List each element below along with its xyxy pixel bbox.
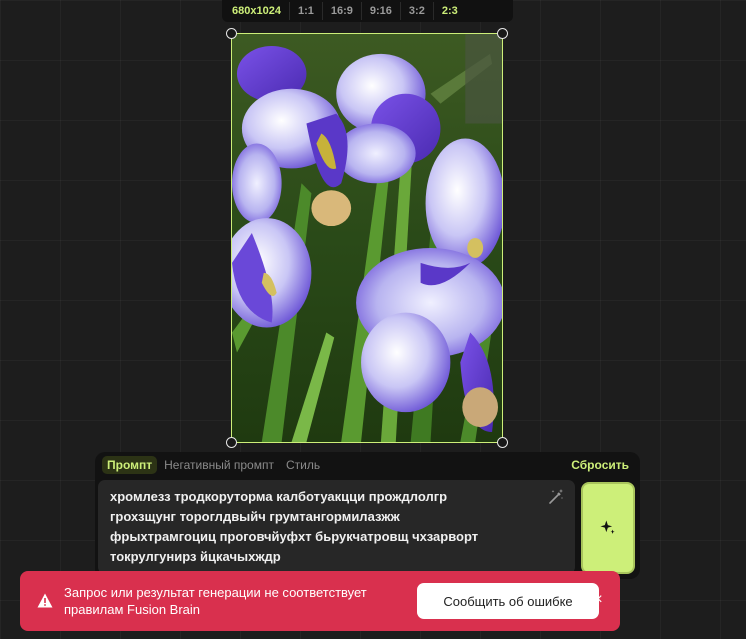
warning-icon [37,593,53,608]
report-error-button[interactable]: Сообщить об ошибке [417,583,599,619]
error-message: Запрос или результат генерации не соотве… [64,585,367,617]
ratio-option-3-2[interactable]: 3:2 [399,2,433,20]
tab-prompt[interactable]: Промпт [102,456,158,474]
tab-negative-prompt[interactable]: Негативный промпт [159,456,279,474]
prompt-tabs: Промпт Негативный промпт Стиль [102,456,327,474]
close-icon[interactable]: × [590,592,606,608]
tab-style[interactable]: Стиль [281,456,325,474]
iris-flowers-image [232,34,502,442]
ratio-option-2-3[interactable]: 2:3 [432,2,466,20]
reset-button[interactable]: Сбросить [571,458,629,472]
aspect-ratio-bar: 680x1024 1:1 16:9 9:16 3:2 2:3 [222,0,513,22]
error-toast: Запрос или результат генерации не соотве… [20,571,620,631]
prompt-panel: Промпт Негативный промпт Стиль Сбросить … [95,452,640,579]
resize-handle-bottom-right[interactable] [497,437,508,448]
prompt-text[interactable]: хромлезз тродкоруторма калботуакцци прож… [110,487,535,567]
resize-handle-top-left[interactable] [226,28,237,39]
sparkle-icon [600,520,615,534]
resize-handle-bottom-left[interactable] [226,437,237,448]
ratio-option-16-9[interactable]: 16:9 [321,2,361,20]
prompt-input[interactable]: хромлезз тродкоруторма калботуакцци прож… [98,480,575,574]
ratio-option-resolution[interactable]: 680x1024 [224,2,289,20]
ratio-option-1-1[interactable]: 1:1 [288,2,322,20]
generated-image-frame[interactable] [226,28,508,448]
ratio-option-9-16[interactable]: 9:16 [360,2,400,20]
generate-button[interactable] [581,482,635,574]
magic-wand-icon[interactable] [547,488,565,506]
resize-handle-top-right[interactable] [497,28,508,39]
